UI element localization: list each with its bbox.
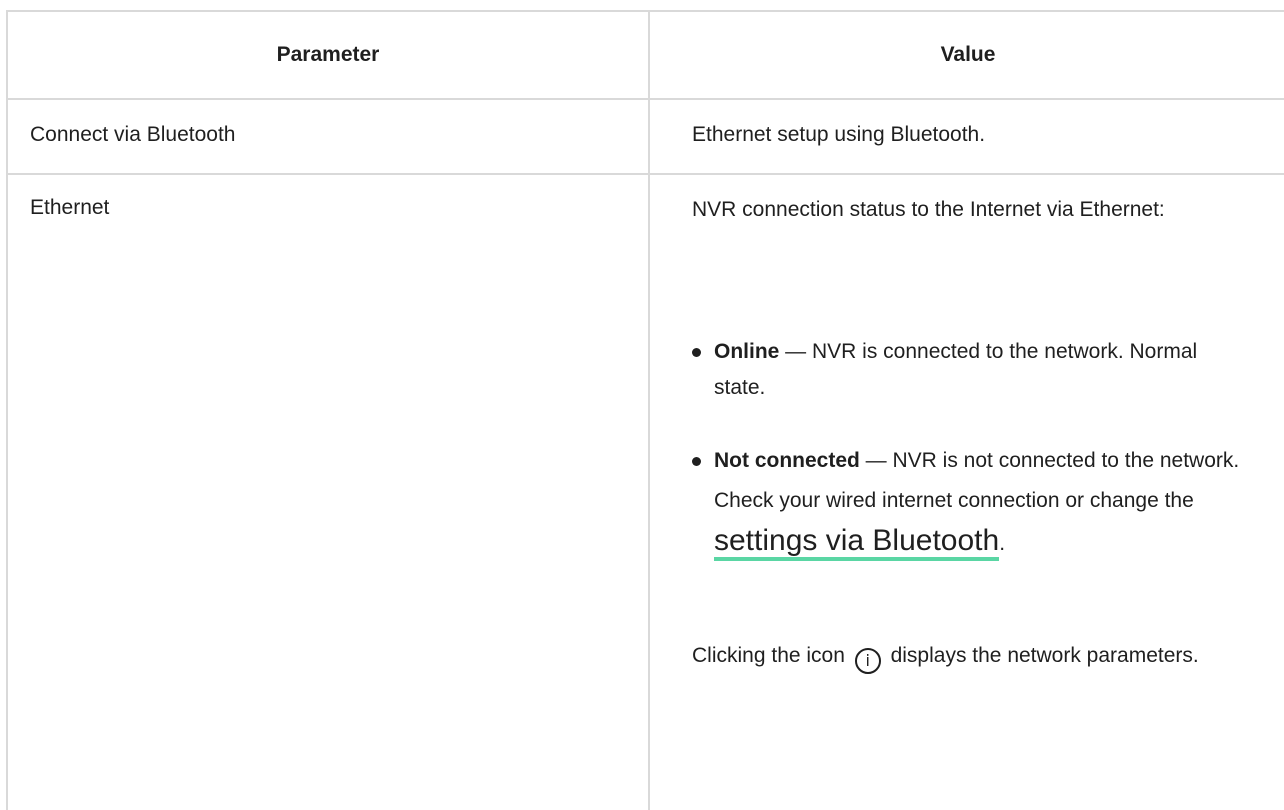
- status-item-online: Online — NVR is connected to the network…: [692, 334, 1252, 406]
- header-value: Value: [940, 43, 996, 66]
- row-ethernet-parameter: Ethernet: [30, 196, 110, 219]
- parameters-table: Parameter Value Connect via Bluetooth Et…: [6, 10, 1284, 810]
- header-parameter: Parameter: [276, 43, 380, 66]
- network-parameters-note: Clicking the icon i displays the network…: [692, 638, 1252, 674]
- status-description: — NVR is connected to the network. Norma…: [714, 340, 1198, 399]
- row-divider: [8, 173, 1284, 175]
- header-row-divider: [8, 98, 1284, 100]
- row-connect-bluetooth-parameter: Connect via Bluetooth: [30, 123, 236, 146]
- row-ethernet-value-intro: NVR connection status to the Internet vi…: [692, 198, 1165, 221]
- bullet-icon: [692, 348, 701, 357]
- status-suffix: .: [999, 532, 1006, 555]
- column-divider: [648, 12, 650, 810]
- bullet-icon: [692, 457, 701, 466]
- status-term: Online: [714, 340, 780, 363]
- info-icon[interactable]: i: [854, 648, 881, 674]
- settings-via-bluetooth-link[interactable]: settings via Bluetooth: [714, 524, 1000, 561]
- note-text-after: displays the network parameters.: [884, 644, 1199, 667]
- status-term: Not connected: [714, 449, 860, 472]
- status-item-not-connected: Not connected — NVR is not connected to …: [692, 441, 1252, 564]
- row-connect-bluetooth-value: Ethernet setup using Bluetooth.: [692, 123, 986, 146]
- note-text-before: Clicking the icon: [692, 644, 851, 667]
